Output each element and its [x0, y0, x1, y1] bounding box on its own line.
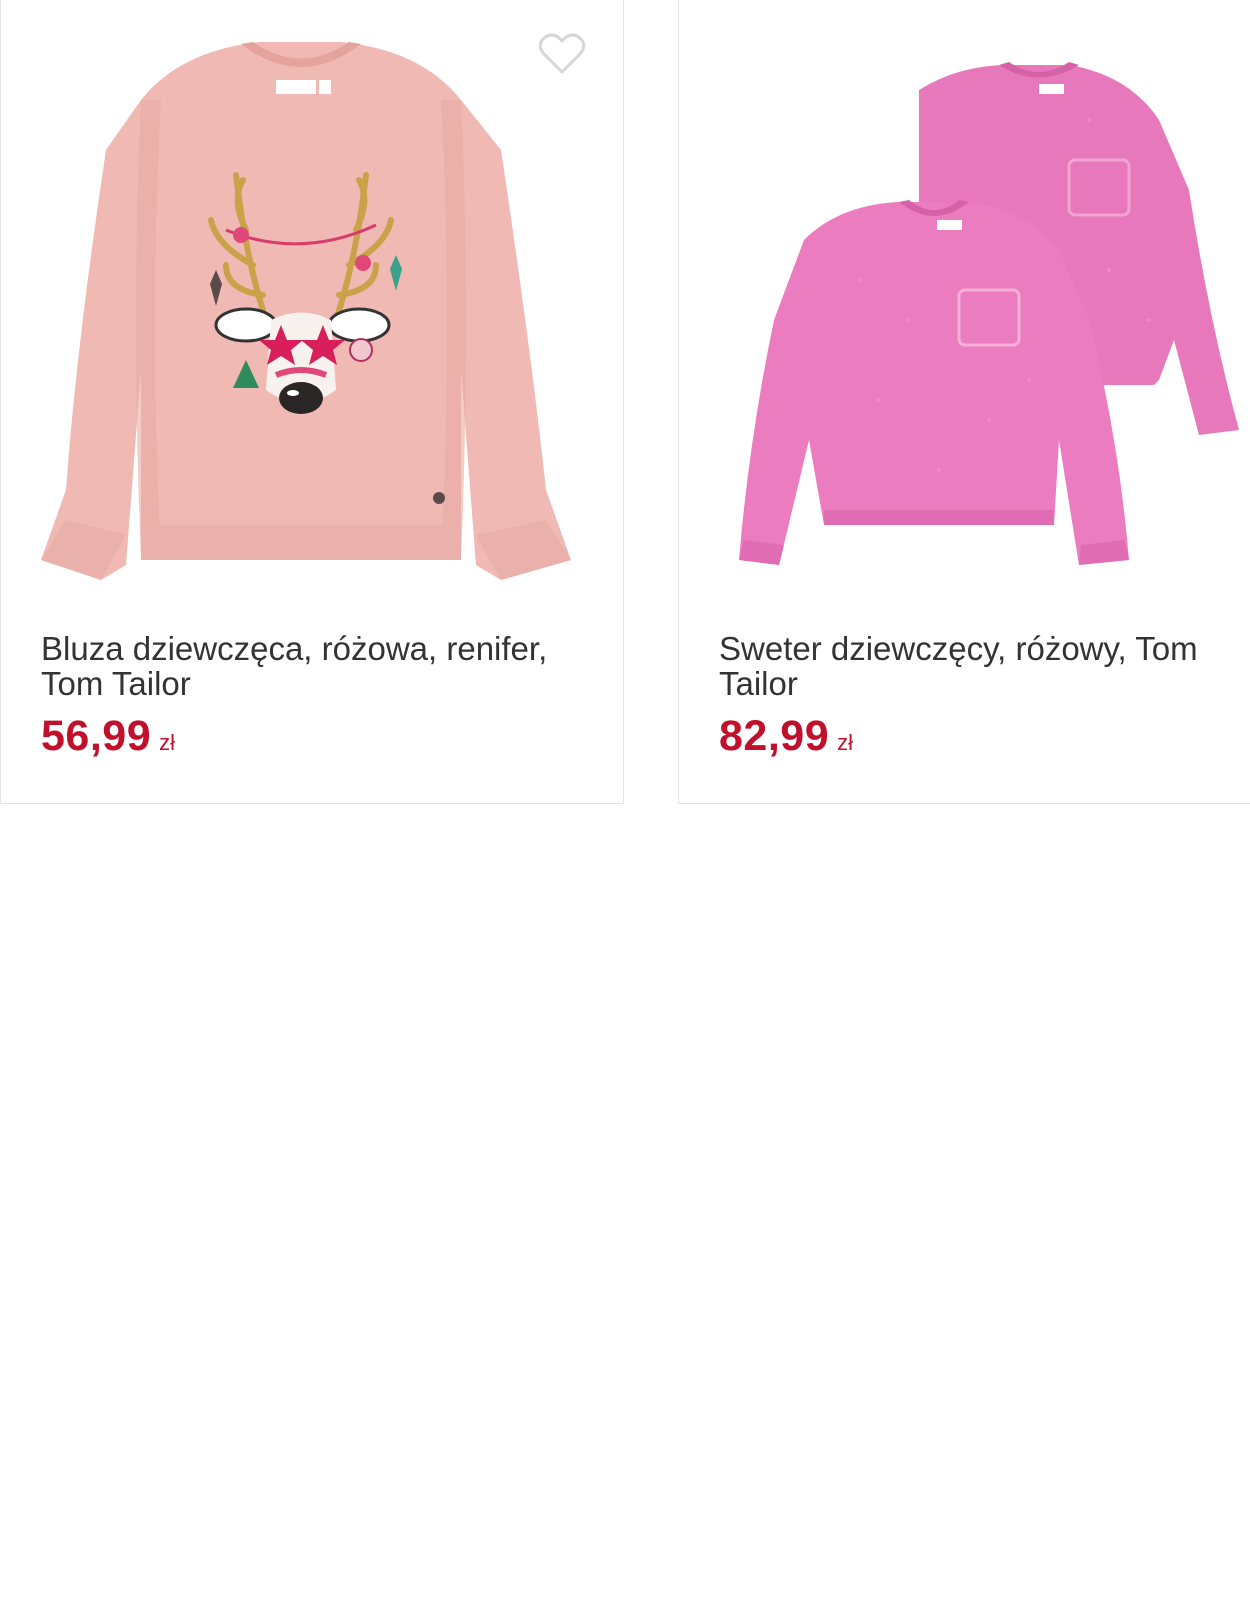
product-image[interactable]: [31, 20, 601, 610]
product-price: 56,99 zł: [41, 712, 175, 761]
price-amount: 82,99: [719, 712, 830, 760]
product-card[interactable]: Sweter dziewczęcy, różowy, Tom Tailor 82…: [678, 0, 1250, 804]
product-image[interactable]: [709, 20, 1250, 610]
sweatshirt-reindeer-image: [41, 42, 571, 580]
product-price: 82,99 zł: [719, 712, 853, 761]
product-grid: Bluza dziewczęca, różowa, renifer, Tom T…: [0, 0, 1250, 806]
heart-outline-icon: [538, 33, 586, 74]
add-to-favorites-button[interactable]: [537, 30, 587, 76]
product-title[interactable]: Bluza dziewczęca, różowa, renifer, Tom T…: [41, 631, 601, 701]
price-amount: 56,99: [41, 712, 152, 760]
product-title[interactable]: Sweter dziewczęcy, różowy, Tom Tailor: [719, 631, 1250, 701]
product-card[interactable]: Bluza dziewczęca, różowa, renifer, Tom T…: [0, 0, 624, 804]
price-currency: zł: [837, 730, 853, 755]
sweater-set-image: [739, 62, 1239, 565]
price-currency: zł: [159, 730, 175, 755]
